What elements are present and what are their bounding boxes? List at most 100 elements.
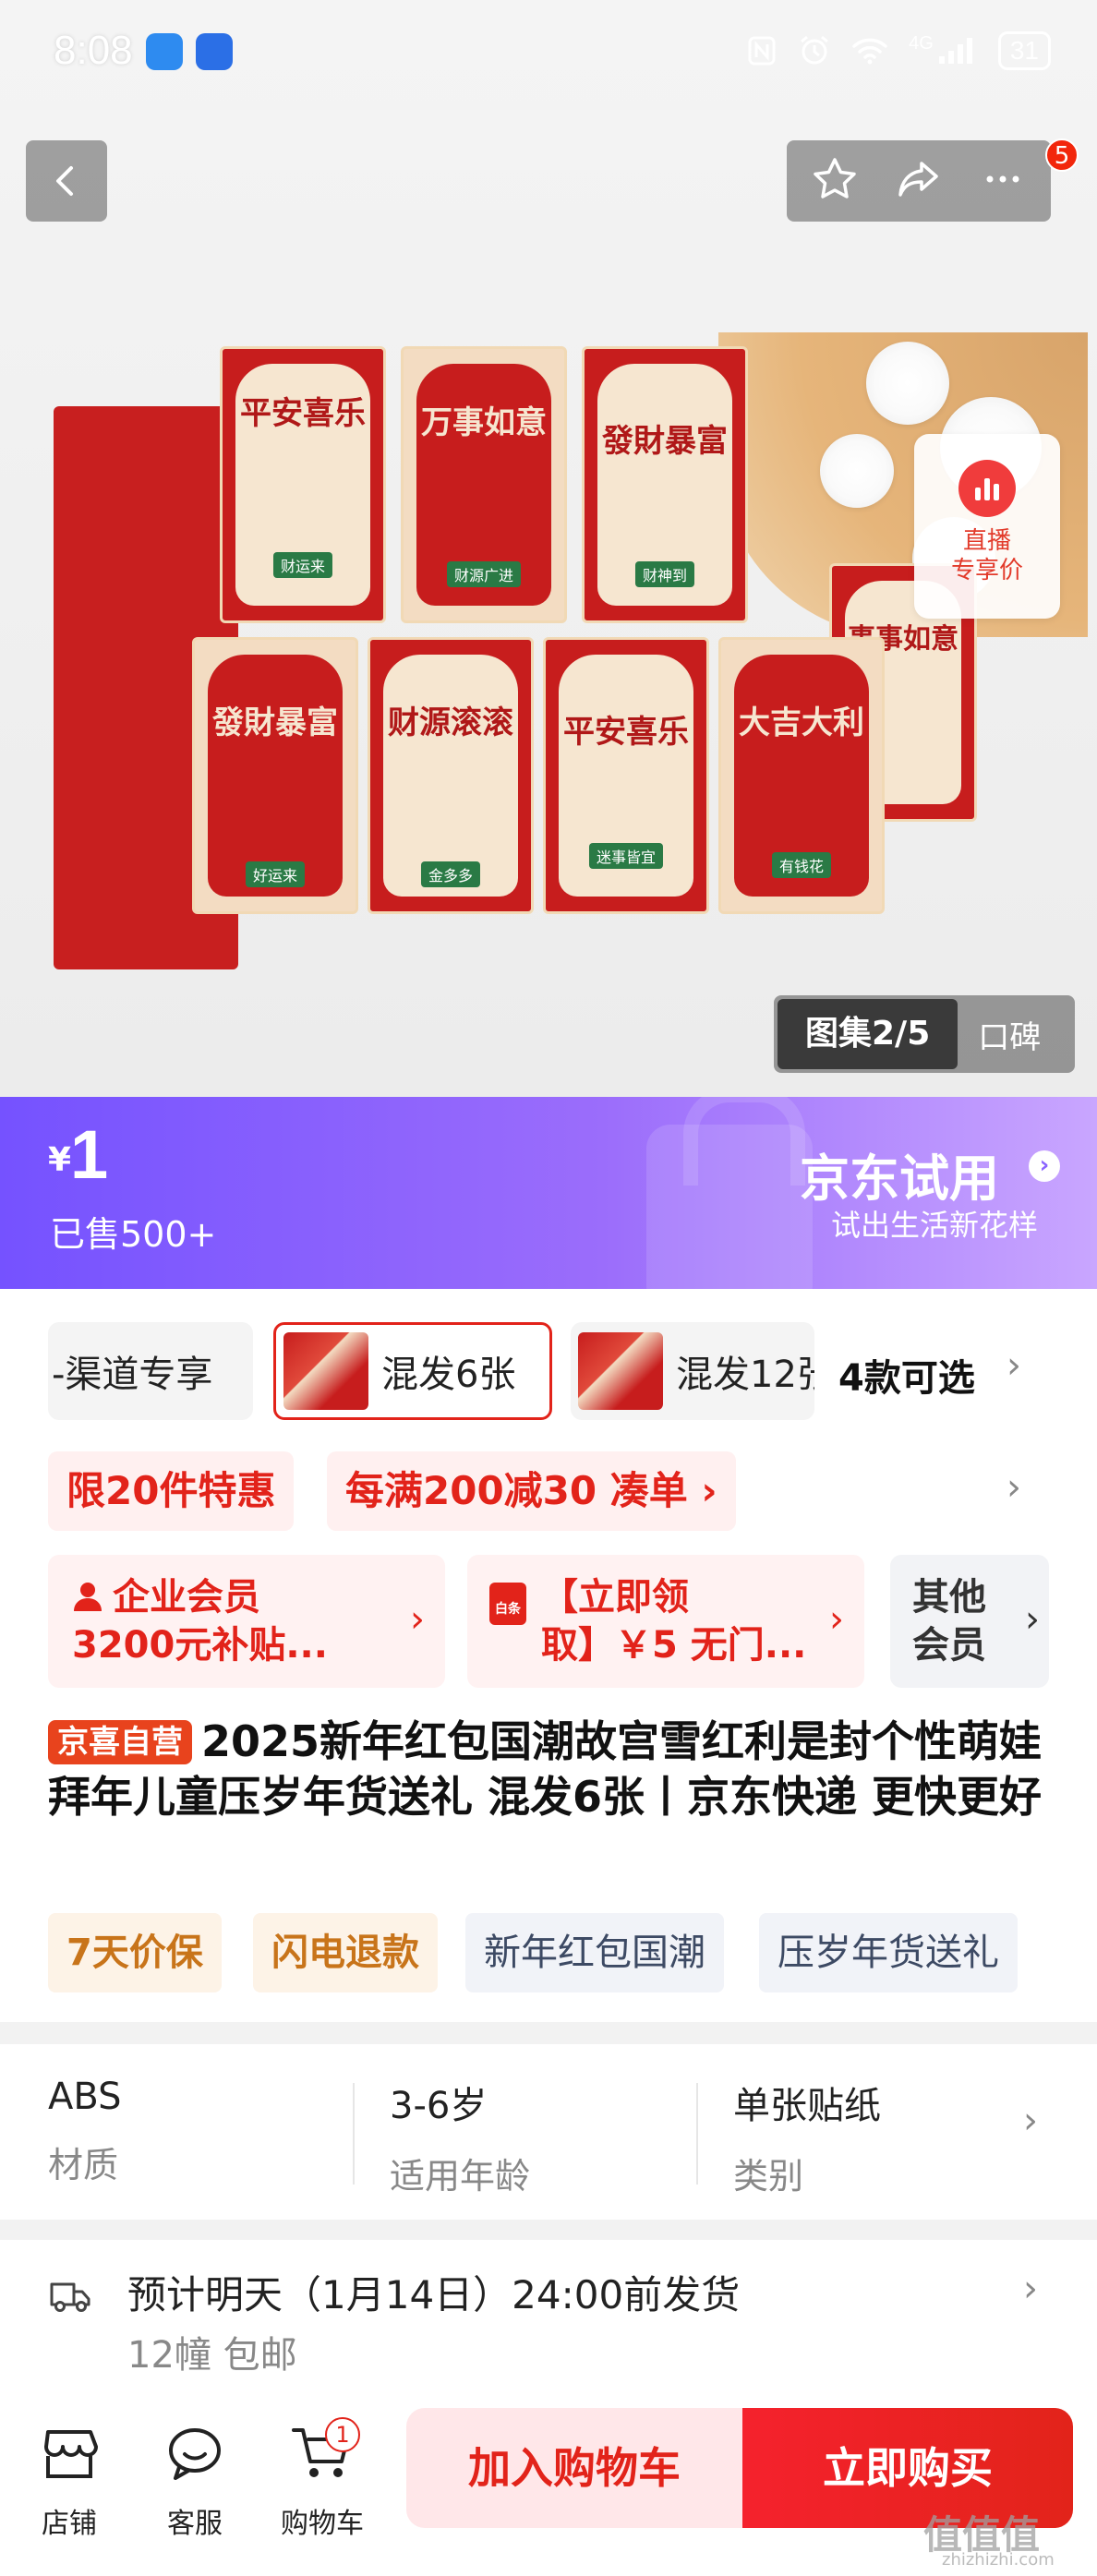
variant-option-selected[interactable]: 混发6张 (273, 1322, 552, 1420)
chevron-right-icon: › (1023, 2268, 1038, 2310)
shipping-row[interactable]: 预计明天（1月14日）24:00前发货 12幢 包邮 › (0, 2240, 1097, 2406)
price-banner: ¥ 1 已售500+ 京东试用 › 试出生活新花样 (0, 1097, 1097, 1289)
product-detail-page: 平安喜乐 财运来 万事如意 财源广进 發財暴富 财神到 事事如意 發財暴富 好运… (0, 0, 1097, 2576)
coupon-title: 企业会员 (113, 1576, 260, 1619)
share-icon (898, 162, 938, 197)
service-tag[interactable]: 7天价保 (48, 1913, 222, 1992)
orchid-flower (866, 342, 949, 425)
truck-icon (50, 2282, 90, 2312)
variant-label: 混发6张 (381, 1354, 516, 1396)
person-icon (74, 1583, 102, 1611)
orchid-flower (820, 434, 894, 508)
more-icon (986, 175, 1019, 183)
red-packet: 万事如意 财源广进 (401, 346, 567, 623)
coupon-claim[interactable]: 白条 【立即领 取】￥5 无门... › (467, 1555, 864, 1688)
chevron-right-icon: › (1023, 2100, 1038, 2142)
spec-value: 3-6岁 (390, 2085, 488, 2127)
message-badge: 5 (1045, 138, 1079, 172)
variant-label: -渠道专享 (52, 1354, 213, 1396)
live-label: 直播 (962, 527, 1011, 555)
tab-reviews[interactable]: 口碑 (958, 1012, 1061, 1057)
promo-tag[interactable]: 限20件特惠 (48, 1451, 295, 1531)
variant-thumbnail (283, 1332, 368, 1410)
chat-app-icon (146, 33, 183, 70)
promo-tag[interactable]: 每满200减30 凑单 › (327, 1451, 736, 1531)
customer-service-button[interactable]: 客服 (144, 2419, 246, 2541)
signal-icon (938, 38, 972, 64)
cart-label: 购物车 (281, 2508, 364, 2540)
network-type: 4G (909, 32, 934, 54)
other-member-coupon[interactable]: 其他 会员 › (890, 1555, 1049, 1688)
spec-item: 3-6岁 适用年龄 (390, 2076, 530, 2198)
divider (696, 2083, 698, 2185)
sold-count: 已售500+ (50, 1214, 217, 1255)
chevron-right-icon[interactable]: › (1007, 1344, 1021, 1387)
shipping-detail: 12幢 包邮 (127, 2334, 297, 2377)
product-title-text: 2025新年红包国潮故宫雪红利是封个性萌娃拜年儿童压岁年货送礼 混发6张丨京东快… (48, 1716, 1043, 1822)
red-packet: 發財暴富 好运来 (192, 637, 358, 914)
service-tag[interactable]: 闪电退款 (253, 1913, 438, 1992)
cart-badge: 1 (325, 2417, 360, 2452)
chevron-right-icon[interactable]: › (1007, 1466, 1021, 1509)
spec-key: 类别 (733, 2156, 804, 2197)
shopping-bag-icon (646, 1097, 813, 1289)
cart-button[interactable]: 1 购物车 (271, 2417, 373, 2541)
app-notification-icon (196, 33, 233, 70)
status-time: 8:08 (54, 28, 133, 73)
product-image-gallery[interactable]: 平安喜乐 财运来 万事如意 财源广进 發財暴富 财神到 事事如意 發財暴富 好运… (0, 0, 1097, 1097)
shipping-estimate: 预计明天（1月14日）24:00前发货 (127, 2272, 741, 2317)
chat-smile-icon (169, 2428, 221, 2480)
coupon-desc: 取】￥5 无门... (541, 1624, 807, 1667)
variant-label: 混发12张 (676, 1354, 814, 1396)
red-packet: 平安喜乐 财运来 (220, 346, 386, 623)
nfc-icon (748, 36, 776, 66)
spec-key: 适用年龄 (390, 2156, 531, 2197)
coupon-icon: 白条 (489, 1583, 526, 1625)
product-title: 京喜自营 2025新年红包国潮故宫雪红利是封个性萌娃拜年儿童压岁年货送礼 混发6张… (48, 1714, 1055, 1824)
battery-level: 31 (997, 31, 1051, 70)
share-button[interactable] (894, 154, 944, 208)
variant-option[interactable]: -渠道专享 (48, 1322, 253, 1420)
keyword-tag[interactable]: 压岁年货送礼 (759, 1913, 1018, 1992)
spec-row[interactable]: ABS 材质 3-6岁 适用年龄 单张贴纸 类别 › (0, 2044, 1097, 2220)
tab-gallery[interactable]: 图集2/5 (778, 999, 958, 1069)
status-indicators: 4G 31 (746, 31, 1051, 70)
chevron-right-icon[interactable]: › (1029, 1150, 1060, 1182)
keyword-tag[interactable]: 新年红包国潮 (465, 1913, 724, 1992)
live-price-card[interactable]: 直播 专享价 (914, 434, 1060, 619)
watermark-url: zhizhizhi.com (942, 2550, 1055, 2570)
live-icon (958, 460, 1016, 517)
variant-option[interactable]: 混发12张 (571, 1322, 814, 1420)
more-button[interactable] (978, 154, 1028, 208)
service-label: 客服 (167, 2508, 223, 2540)
trial-subtitle: 试出生活新花样 (831, 1208, 1039, 1243)
store-icon (44, 2430, 98, 2478)
red-packet: 發財暴富 财神到 (582, 346, 748, 623)
favorite-button[interactable] (810, 154, 860, 208)
coupon-desc: 3200元补贴... (72, 1624, 328, 1667)
star-icon (813, 158, 856, 199)
spec-value: 单张贴纸 (733, 2085, 881, 2127)
live-sublabel: 专享价 (950, 557, 1023, 584)
divider (353, 2083, 355, 2185)
store-label: 店铺 (42, 2508, 97, 2540)
variant-thumbnail (578, 1332, 663, 1410)
red-packet: 大吉大利 有钱花 (718, 637, 885, 914)
add-to-cart-button[interactable]: 加入购物车 (406, 2408, 742, 2528)
red-packet: 平安喜乐 迷事皆宜 (543, 637, 709, 914)
back-button[interactable] (26, 140, 107, 222)
variant-count[interactable]: 4款可选 (838, 1348, 975, 1402)
spec-item: ABS 材质 (48, 2076, 122, 2187)
header-actions (787, 140, 1051, 222)
chevron-right-icon: › (1025, 1598, 1040, 1641)
enterprise-member-coupon[interactable]: 企业会员 3200元补贴... › (48, 1555, 445, 1688)
coupon-title: 【立即领 (541, 1576, 689, 1619)
store-tag: 京喜自营 (48, 1720, 192, 1764)
product-info-card: -渠道专享 混发6张 混发12张 4款可选 › 限20件特惠 每满200减30 … (0, 1289, 1097, 2022)
price-currency: ¥ (48, 1141, 72, 1179)
store-button[interactable]: 店铺 (18, 2419, 120, 2541)
variant-selector: -渠道专享 混发6张 混发12张 4款可选 › (48, 1322, 1064, 1420)
chevron-right-icon: › (410, 1598, 425, 1641)
trial-title[interactable]: 京东试用 (800, 1138, 999, 1210)
spec-item: 单张贴纸 类别 (733, 2076, 881, 2198)
